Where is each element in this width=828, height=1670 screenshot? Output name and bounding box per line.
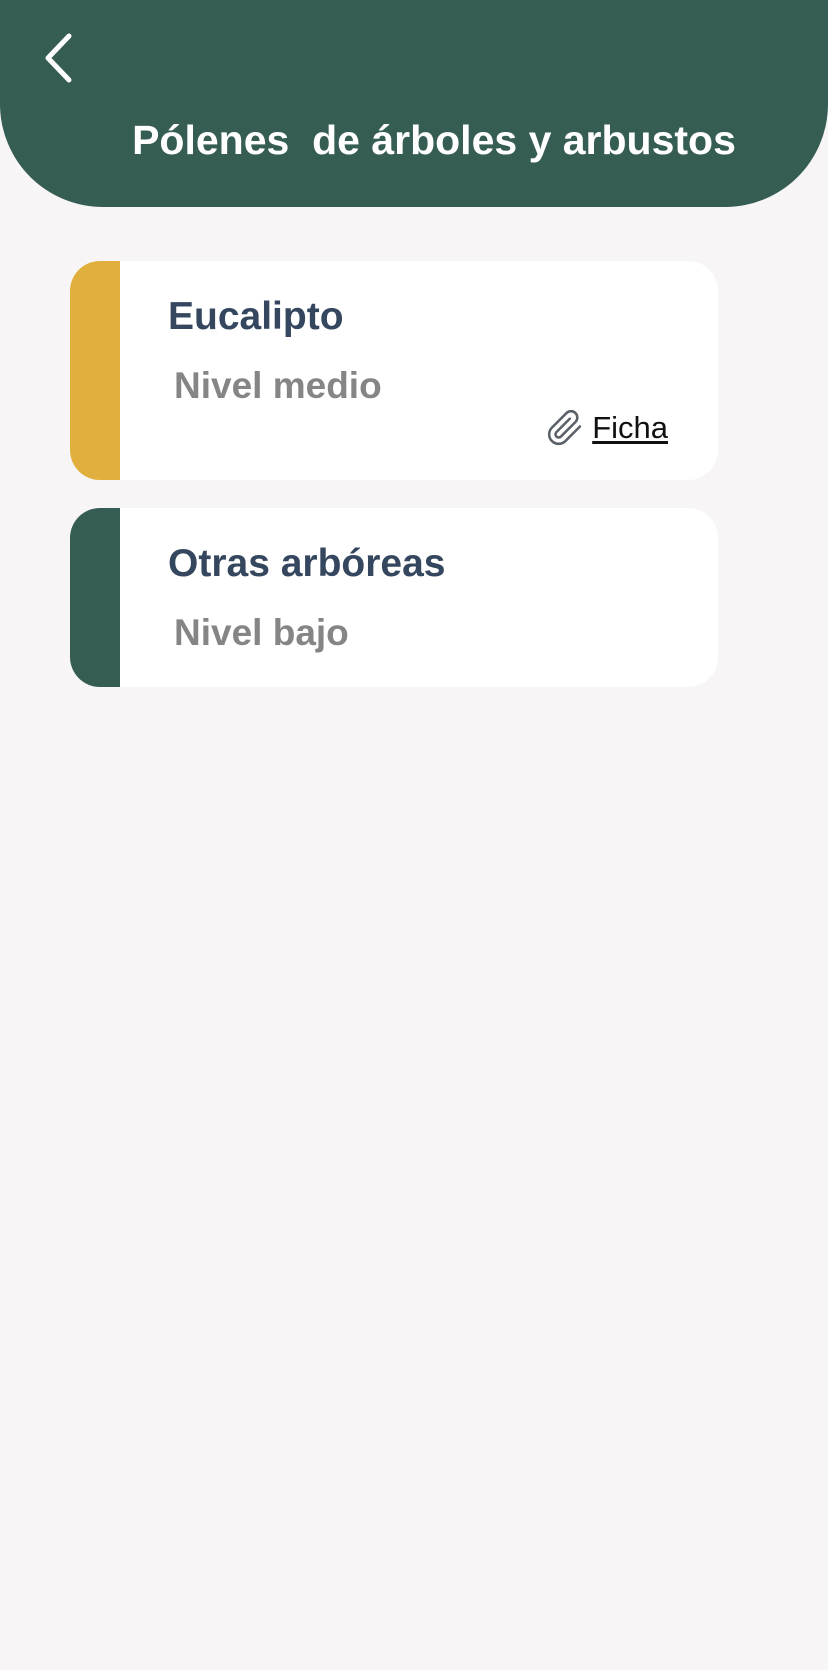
pollen-name: Otras arbóreas — [168, 542, 446, 585]
pollen-level: Nivel bajo — [174, 612, 349, 653]
page-title: Pólenes de árboles y arbustos — [132, 117, 736, 163]
paperclip-icon — [548, 410, 582, 446]
back-button[interactable] — [30, 28, 86, 88]
ficha-link[interactable]: Ficha — [546, 407, 668, 449]
pollen-card-otras-arboreas[interactable]: Otras arbóreas Nivel bajo — [70, 508, 718, 687]
pollen-card-eucalipto[interactable]: Eucalipto Nivel medio Ficha — [70, 261, 718, 480]
level-indicator-bar — [70, 261, 120, 480]
level-indicator-bar — [70, 508, 120, 687]
pollen-level: Nivel medio — [174, 365, 382, 406]
ficha-label: Ficha — [592, 410, 668, 445]
pollen-name: Eucalipto — [168, 295, 344, 338]
header: Pólenes de árboles y arbustos — [0, 0, 828, 207]
chevron-left-icon — [45, 33, 72, 83]
